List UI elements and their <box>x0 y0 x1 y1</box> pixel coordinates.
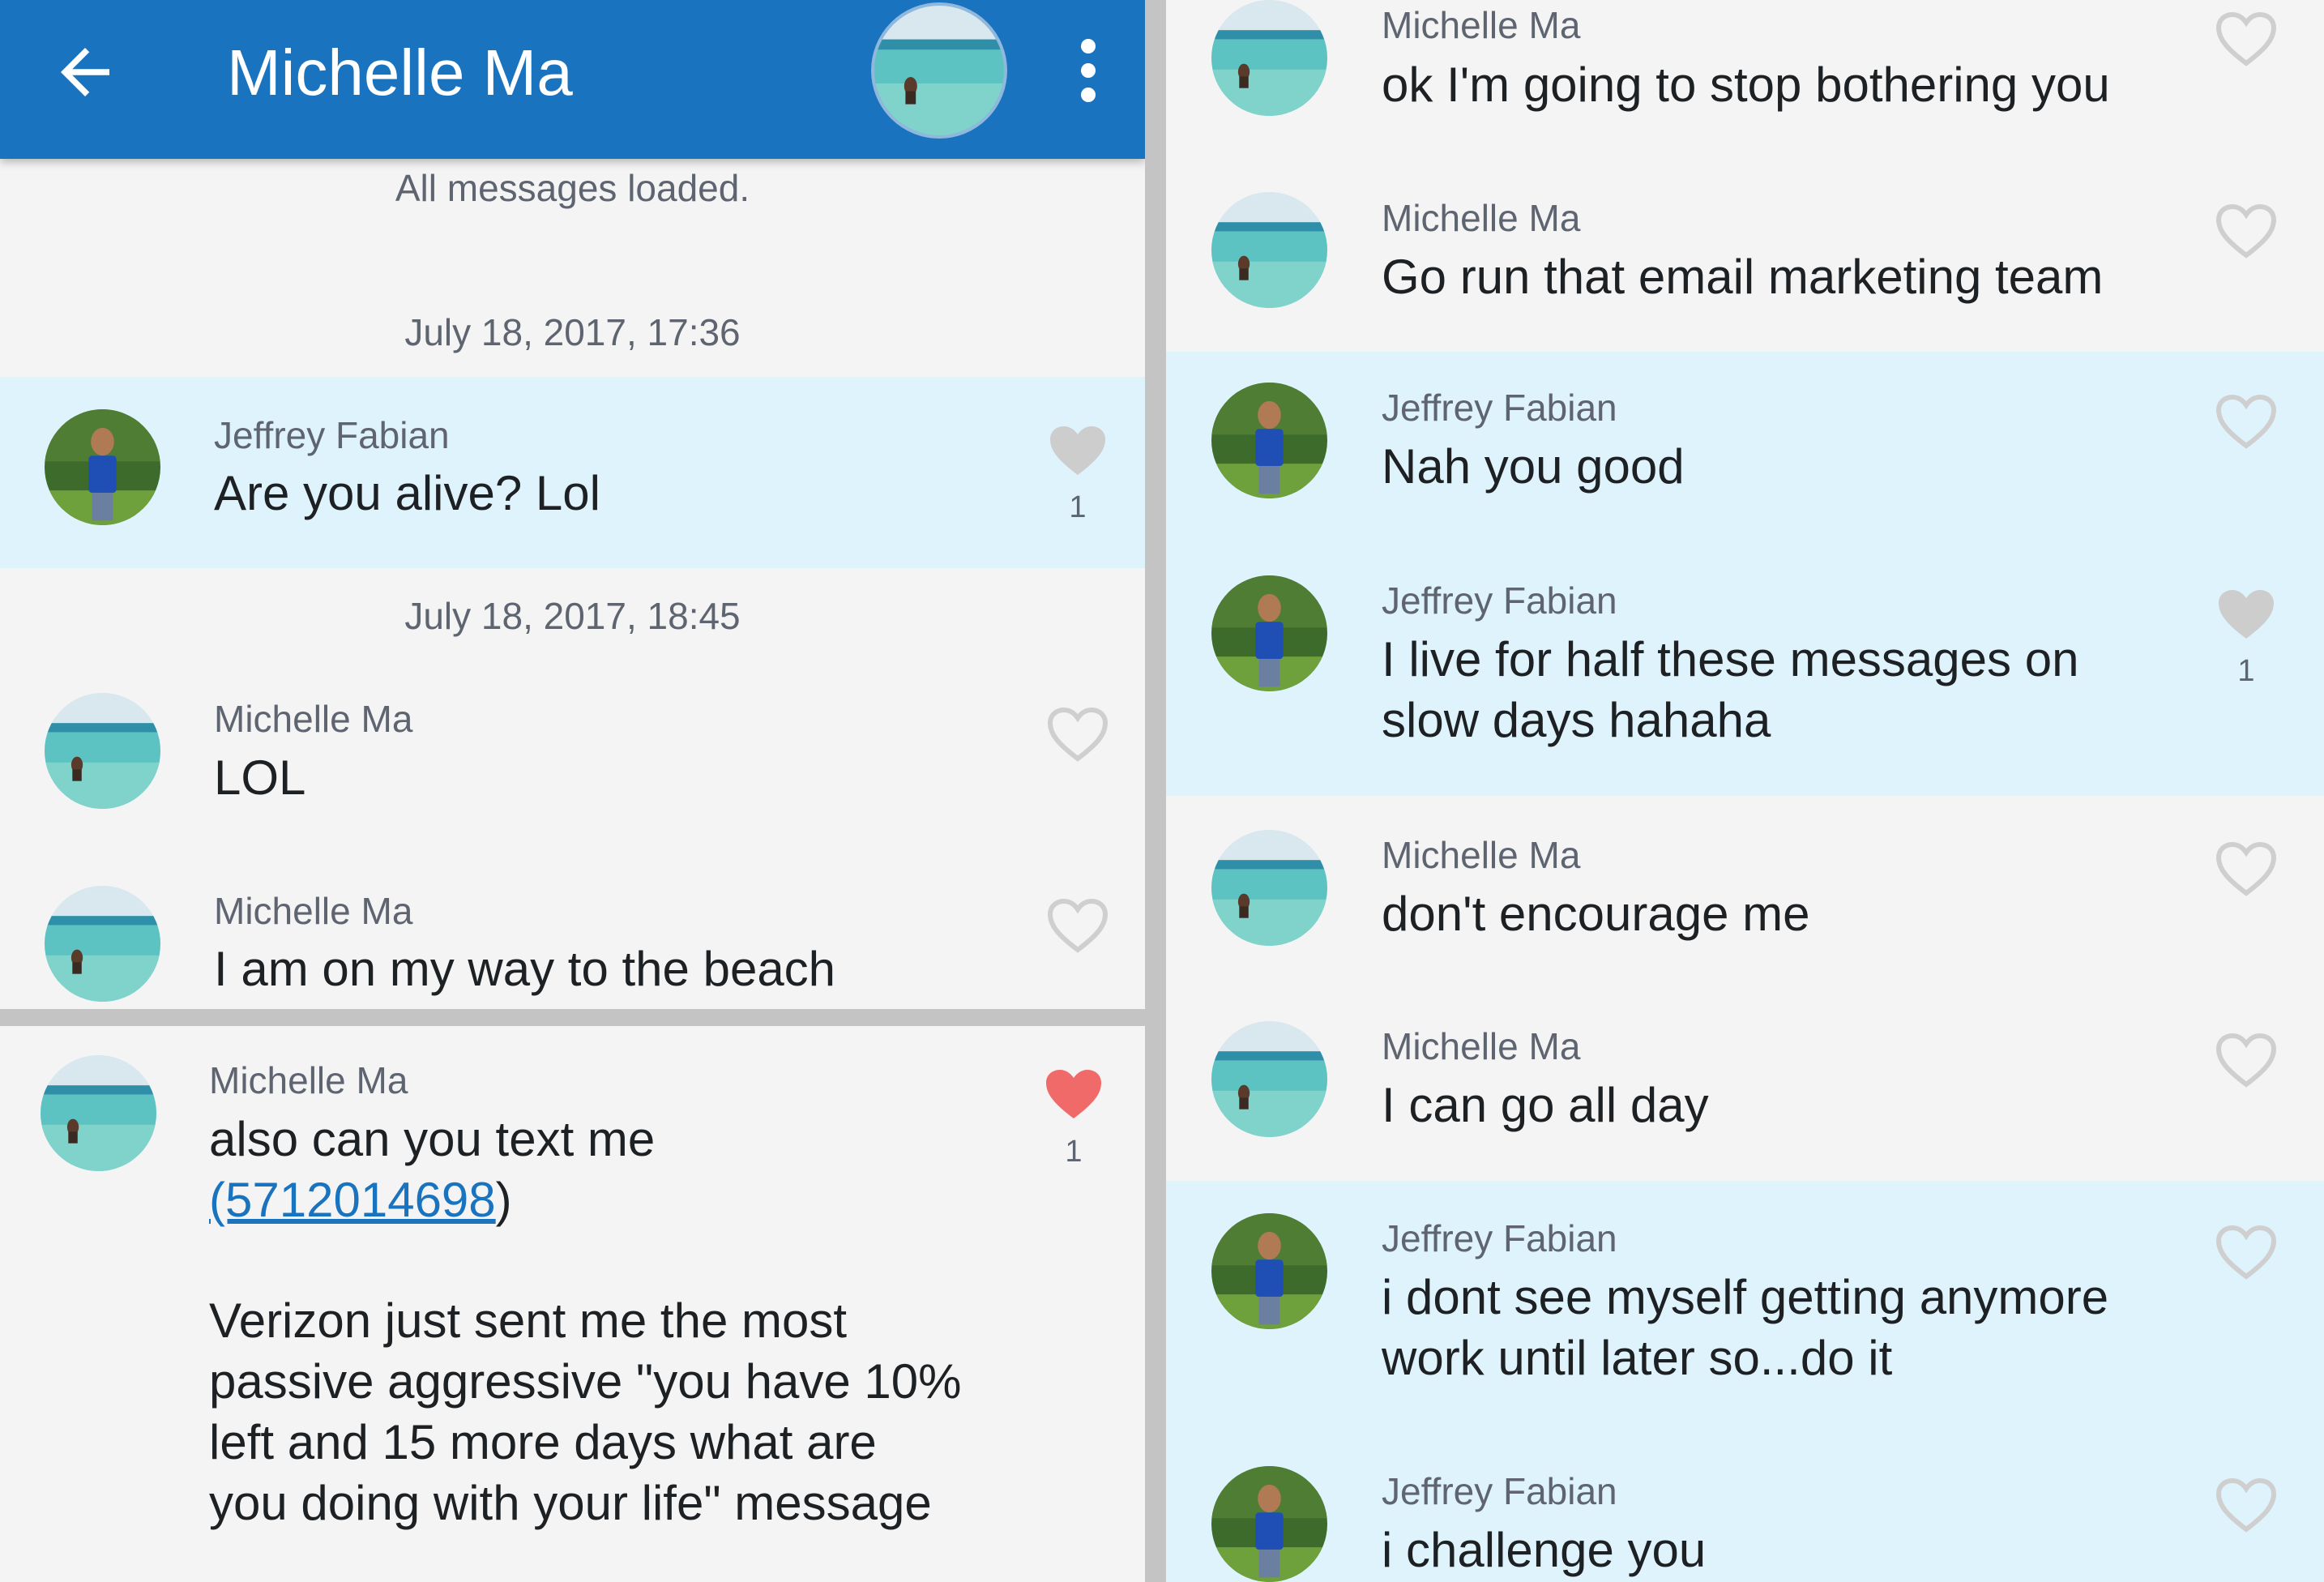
screenshot-collage: Michelle Ma All messages loaded. July 18… <box>0 0 2324 1582</box>
message-row[interactable]: Michelle Ma I am on my way to the beach <box>0 856 1145 1009</box>
message-row[interactable]: Jeffrey Fabian Are you alive? Lol 1 <box>0 377 1145 568</box>
message-row[interactable]: Michelle Ma also can you text me (571201… <box>0 1026 1145 1582</box>
date-separator: July 18, 2017, 17:36 <box>404 311 741 353</box>
heart-outline-icon[interactable] <box>1045 705 1110 763</box>
message-text-line: i dont see myself getting anymore <box>1382 1270 2109 1324</box>
sender-name: Michelle Ma <box>214 890 413 932</box>
sender-name: Jeffrey Fabian <box>1382 1217 1617 1259</box>
heart-outline-icon[interactable] <box>1045 896 1110 955</box>
sender-name: Jeffrey Fabian <box>1382 387 1617 429</box>
sender-name: Michelle Ma <box>1382 4 1581 46</box>
sender-name: Jeffrey Fabian <box>214 414 450 456</box>
sender-name: Michelle Ma <box>214 698 413 740</box>
message-text-line: passive aggressive "you have 10% <box>209 1354 962 1409</box>
message-text-line: you doing with your life" message <box>209 1476 932 1530</box>
avatar[interactable] <box>1211 383 1327 498</box>
message-text-line: slow days hahaha <box>1382 693 1771 747</box>
sender-name: Michelle Ma <box>1382 197 1581 239</box>
chat-panel-bottom-left[interactable]: Michelle Ma also can you text me (571201… <box>0 1026 1145 1582</box>
chat-panel-right[interactable]: Michelle Ma ok I'm going to stop botheri… <box>1166 0 2324 1582</box>
message-row[interactable]: Jeffrey Fabian i challenge you <box>1166 1434 2324 1582</box>
avatar[interactable] <box>1211 1021 1327 1137</box>
heart-outline-icon[interactable] <box>2214 1031 2279 1089</box>
page-title: Michelle Ma <box>227 36 573 109</box>
heart-filled-icon[interactable] <box>2214 585 2279 643</box>
avatar[interactable] <box>1211 192 1327 308</box>
message-text-line: I live for half these messages on <box>1382 632 2079 686</box>
date-separator: July 18, 2017, 18:45 <box>404 595 741 637</box>
avatar[interactable] <box>1211 575 1327 691</box>
app-bar: Michelle Ma <box>0 0 1145 159</box>
sender-name: Michelle Ma <box>1382 834 1581 876</box>
highlighted-message-group: Jeffrey Fabian i dont see myself getting… <box>1166 1181 2324 1582</box>
heart-outline-icon[interactable] <box>2214 392 2279 451</box>
phone-number-line: (5712014698) <box>209 1169 512 1230</box>
arrow-left-icon[interactable] <box>49 36 122 109</box>
message-text: LOL <box>214 750 306 805</box>
message-text: I can go all day <box>1382 1078 1709 1132</box>
message-text-line: Verizon just sent me the most <box>209 1293 848 1348</box>
heart-outline-icon[interactable] <box>2214 1476 2279 1534</box>
heart-outline-icon[interactable] <box>2214 1223 2279 1281</box>
avatar[interactable] <box>1211 1213 1327 1329</box>
avatar[interactable] <box>1211 0 1327 116</box>
chat-panel-top-left[interactable]: Michelle Ma All messages loaded. July 18… <box>0 0 1145 1009</box>
sender-name: Jeffrey Fabian <box>1382 579 1617 622</box>
heart-outline-icon[interactable] <box>2214 840 2279 898</box>
heart-outline-icon[interactable] <box>2214 10 2279 68</box>
message-text: I am on my way to the beach <box>214 942 836 996</box>
heart-outline-icon[interactable] <box>2214 202 2279 260</box>
phone-close-paren: ) <box>495 1173 512 1227</box>
contact-avatar[interactable] <box>871 2 1007 139</box>
message-row[interactable]: Michelle Ma ok I'm going to stop botheri… <box>1166 0 2324 191</box>
avatar[interactable] <box>45 693 160 809</box>
message-text: don't encourage me <box>1382 887 1810 941</box>
message-text-line: also can you text me <box>209 1112 656 1166</box>
message-text: Nah you good <box>1382 439 1685 494</box>
avatar[interactable] <box>45 409 160 525</box>
message-row[interactable]: Michelle Ma I can go all day <box>1166 988 2324 1181</box>
sender-name: Michelle Ma <box>209 1059 408 1101</box>
like-count: 1 <box>1069 490 1087 524</box>
message-row[interactable]: Michelle Ma Go run that email marketing … <box>1166 191 2324 352</box>
more-vert-icon[interactable] <box>1074 39 1103 104</box>
message-text-line: work until later so...do it <box>1382 1331 1893 1385</box>
message-text: ok I'm going to stop bothering you <box>1382 58 2110 112</box>
message-row[interactable]: Jeffrey Fabian Nah you good <box>1166 352 2324 545</box>
message-text-line: left and 15 more days what are <box>209 1415 877 1469</box>
heart-filled-icon[interactable] <box>1045 421 1110 480</box>
all-messages-loaded-label: All messages loaded. <box>395 167 750 209</box>
message-row[interactable]: Michelle Ma don't encourage me <box>1166 796 2324 988</box>
message-text: i challenge you <box>1382 1523 1707 1577</box>
phone-link[interactable]: (5712014698 <box>209 1173 496 1227</box>
like-count: 1 <box>1065 1135 1083 1169</box>
avatar[interactable] <box>41 1055 156 1171</box>
highlighted-message-group: Jeffrey Fabian Nah you good Jeffrey Fabi… <box>1166 352 2324 796</box>
sender-name: Jeffrey Fabian <box>1382 1470 1617 1512</box>
message-row[interactable]: Jeffrey Fabian I live for half these mes… <box>1166 545 2324 796</box>
avatar[interactable] <box>45 886 160 1002</box>
message-row[interactable]: Michelle Ma LOL <box>0 665 1145 856</box>
message-row[interactable]: Jeffrey Fabian i dont see myself getting… <box>1166 1181 2324 1434</box>
sender-name: Michelle Ma <box>1382 1025 1581 1067</box>
message-text: Go run that email marketing team <box>1382 250 2104 304</box>
avatar[interactable] <box>1211 1466 1327 1582</box>
message-text: Are you alive? Lol <box>214 466 600 520</box>
heart-filled-icon[interactable] <box>1041 1065 1106 1123</box>
like-count: 1 <box>2237 654 2255 688</box>
avatar[interactable] <box>1211 830 1327 946</box>
